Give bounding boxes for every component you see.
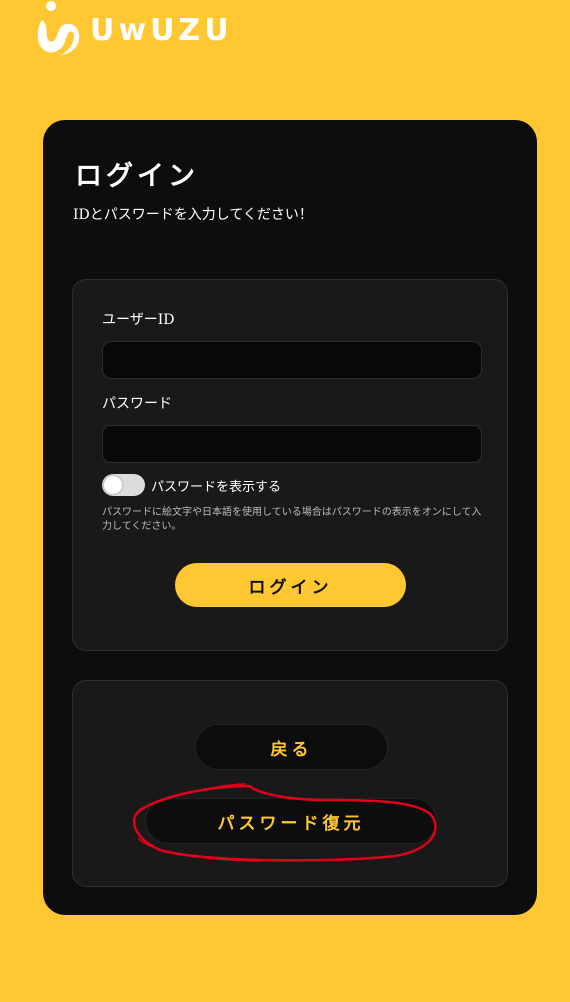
show-password-row: パスワードを表示する (102, 474, 281, 496)
page-subtitle: IDとパスワードを入力してください！ (73, 207, 313, 223)
site-logo[interactable]: UwUZU (34, 0, 233, 60)
back-button[interactable]: 戻る (195, 724, 388, 770)
secondary-actions: 戻る パスワード復元 (72, 680, 508, 887)
login-button[interactable]: ログイン (175, 563, 406, 607)
login-form: ユーザーID パスワード パスワードを表示する パスワードに絵文字や日本語を使用… (72, 279, 508, 651)
toggle-knob (104, 476, 122, 494)
logo-wordmark: UwUZU (90, 13, 233, 48)
userid-label: ユーザーID (102, 312, 175, 328)
password-recovery-button[interactable]: パスワード復元 (145, 798, 437, 844)
show-password-label: パスワードを表示する (151, 479, 282, 495)
password-input[interactable] (102, 425, 482, 463)
password-label: パスワード (102, 396, 172, 412)
userid-input[interactable] (102, 341, 482, 379)
password-hint: パスワードに絵文字や日本語を使用している場合はパスワードの表示をオンにして入力し… (102, 507, 482, 532)
uwuzu-logo-icon (37, 1, 80, 55)
show-password-toggle[interactable] (102, 474, 145, 496)
login-card: ログイン IDとパスワードを入力してください！ ユーザーID パスワード パスワ… (43, 120, 537, 915)
page-title: ログイン (75, 161, 199, 192)
